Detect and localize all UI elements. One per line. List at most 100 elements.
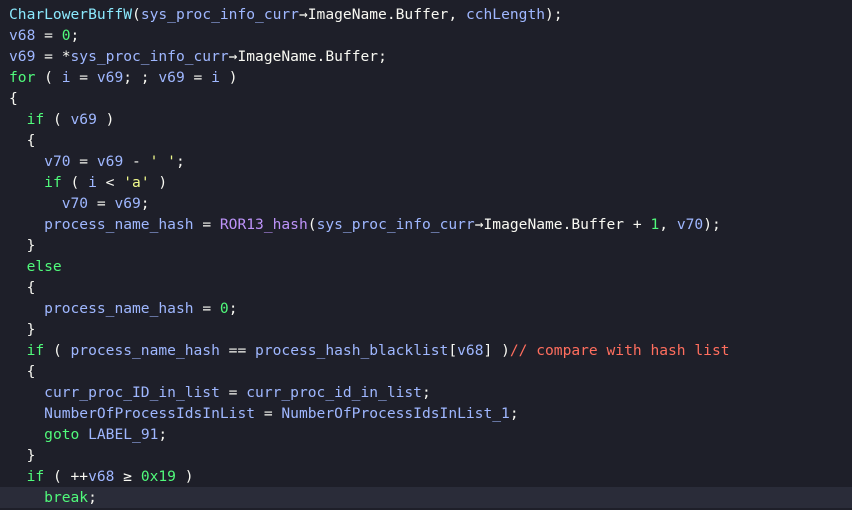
- code-line[interactable]: curr_proc_ID_in_list = curr_proc_id_in_l…: [0, 382, 852, 403]
- code-token: ): [175, 468, 194, 485]
- code-token: =: [35, 27, 62, 44]
- code-token: i: [88, 174, 97, 191]
- code-token: 1: [650, 216, 660, 233]
- code-token: -: [123, 153, 150, 170]
- code-token: →: [298, 6, 308, 23]
- code-token: ] ): [483, 342, 510, 359]
- code-token: {: [9, 90, 18, 107]
- code-token: 0: [61, 27, 71, 44]
- code-token: v69: [114, 195, 141, 212]
- code-line[interactable]: if ( i < 'a' ): [0, 172, 852, 193]
- code-token: process_name_hash: [44, 300, 194, 317]
- code-token: if: [26, 111, 45, 128]
- code-token: ImageName.Buffer: [237, 48, 379, 65]
- code-line[interactable]: process_name_hash = 0;: [0, 298, 852, 319]
- code-token: curr_proc_ID_in_list: [44, 384, 220, 401]
- code-token: v68: [88, 468, 115, 485]
- code-line[interactable]: {: [0, 361, 852, 382]
- code-token: =: [255, 405, 282, 422]
- code-token: ;: [175, 153, 185, 170]
- code-token: NumberOfProcessIdsInList_1: [281, 405, 510, 422]
- code-line[interactable]: process_name_hash = ROR13_hash(sys_proc_…: [0, 214, 852, 235]
- code-token: ' ': [149, 153, 176, 170]
- code-token: ;: [509, 405, 519, 422]
- code-token: ;: [88, 489, 97, 506]
- code-token: LABEL_91: [88, 426, 159, 443]
- code-line[interactable]: }: [0, 235, 852, 256]
- code-line[interactable]: v70 = v69;: [0, 193, 852, 214]
- code-token: sys_proc_info_curr: [316, 216, 475, 233]
- code-line[interactable]: if ( ++v68 ≥ 0x19 ): [0, 466, 852, 487]
- code-token: break: [44, 489, 89, 506]
- code-token: (: [35, 69, 62, 86]
- code-token: }: [9, 447, 36, 464]
- code-token: else: [26, 258, 62, 275]
- code-token: v69: [158, 69, 185, 86]
- code-token: *: [61, 48, 71, 65]
- code-token: ≥: [114, 468, 141, 485]
- code-token: if: [26, 342, 45, 359]
- code-token: =: [70, 153, 97, 170]
- code-token: CharLowerBuffW: [9, 6, 133, 23]
- code-line[interactable]: for ( i = v69; ; v69 = i ): [0, 67, 852, 88]
- code-line[interactable]: goto LABEL_91;: [0, 424, 852, 445]
- code-token: v69: [9, 48, 36, 65]
- code-token: (: [44, 111, 71, 128]
- code-line[interactable]: if ( v69 ): [0, 109, 852, 130]
- code-token: ): [219, 69, 238, 86]
- code-token: ,: [448, 6, 466, 23]
- code-token: );: [703, 216, 721, 233]
- code-line[interactable]: NumberOfProcessIdsInList = NumberOfProce…: [0, 403, 852, 424]
- code-editor[interactable]: CharLowerBuffW ( sys_proc_info_curr → ImageN…: [0, 0, 852, 510]
- code-token: ): [149, 174, 168, 191]
- code-line[interactable]: {: [0, 277, 852, 298]
- code-token: }: [9, 321, 36, 338]
- code-token: ): [96, 111, 115, 128]
- code-token: ROR13_hash: [219, 216, 308, 233]
- code-token: 0: [219, 300, 229, 317]
- code-line[interactable]: {: [0, 130, 852, 151]
- code-line[interactable]: v68 = 0;: [0, 25, 852, 46]
- code-token: =: [193, 216, 220, 233]
- code-line[interactable]: v69 = *sys_proc_info_curr→ImageName.Buff…: [0, 46, 852, 67]
- code-token: 'a': [123, 174, 150, 191]
- code-line[interactable]: CharLowerBuffW(sys_proc_info_curr→ImageN…: [0, 4, 852, 25]
- code-token: curr_proc_id_in_list: [246, 384, 422, 401]
- code-view[interactable]: CharLowerBuffW ( sys_proc_info_curr → ImageN…: [0, 4, 852, 508]
- code-token: ++: [70, 468, 89, 485]
- code-line[interactable]: v70 = v69 - ' ';: [0, 151, 852, 172]
- code-token: );: [545, 6, 563, 23]
- code-token: [: [448, 342, 458, 359]
- code-token: for: [9, 69, 36, 86]
- code-token: v68: [9, 27, 36, 44]
- code-token: if: [26, 468, 45, 485]
- code-token: +: [624, 216, 651, 233]
- code-token: =: [88, 195, 115, 212]
- code-line[interactable]: else: [0, 256, 852, 277]
- code-token: v69: [96, 69, 124, 86]
- code-line[interactable]: {: [0, 88, 852, 109]
- code-line[interactable]: }: [0, 445, 852, 466]
- code-token: {: [9, 363, 36, 380]
- code-token: v70: [61, 195, 89, 212]
- current-code-line[interactable]: break;: [0, 487, 852, 508]
- code-token: (: [44, 342, 71, 359]
- code-line[interactable]: }: [0, 319, 852, 340]
- code-token: cchLength: [465, 6, 546, 23]
- code-line[interactable]: if ( process_name_hash == process_hash_b…: [0, 340, 852, 361]
- code-token: {: [9, 279, 36, 296]
- code-token: goto: [44, 426, 80, 443]
- code-token: process_name_hash: [70, 342, 220, 359]
- code-token: =: [70, 69, 97, 86]
